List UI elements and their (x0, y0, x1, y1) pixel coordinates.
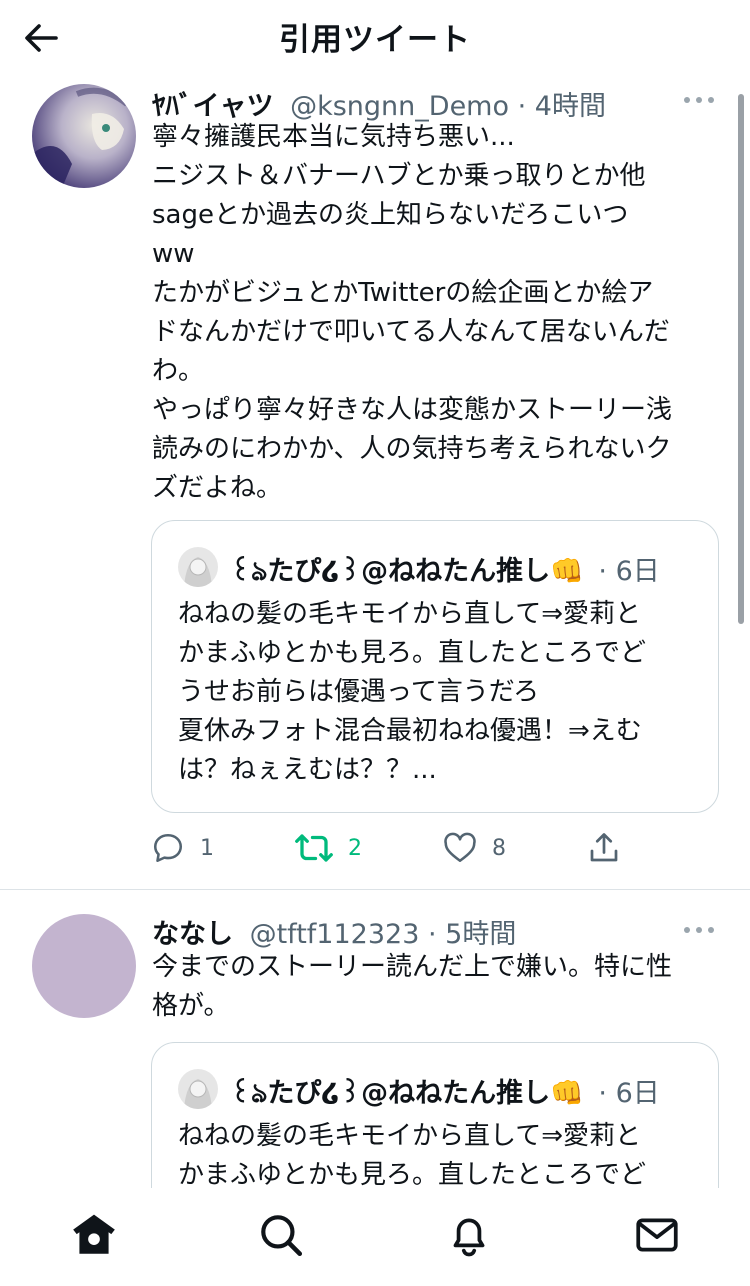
tweet-text: 今までのストーリー読んだ上で嫌い。特に性 格が。 (152, 952, 673, 1021)
reply-count: 1 (200, 835, 214, 861)
quoted-text: ねねの髪の毛キモイから直して⇒愛莉と かまふゆとかも見ろ。直したところでど うせ… (178, 599, 647, 785)
more-icon (684, 97, 714, 103)
quoted-tweet[interactable]: ꒰ঌたぴ໒꒱@ねねたん推し👊 · 6日 ねねの髪の毛キモイから直して⇒愛莉と か… (151, 1042, 719, 1188)
separator-dot: · (598, 1078, 607, 1109)
retweet-button[interactable]: 2 (294, 826, 362, 870)
tweet[interactable]: ﾔﾊﾞイャツ @ksngnn_Demo · 4時間 寧々擁護民本当に気持ち悪い.… (0, 74, 750, 890)
timestamp[interactable]: 5時間 (445, 919, 516, 950)
scrollbar[interactable] (738, 94, 744, 624)
home-icon (73, 1214, 115, 1254)
quoted-timestamp: 6日 (615, 1078, 660, 1109)
avatar[interactable] (32, 914, 136, 1018)
nav-search[interactable] (256, 1210, 306, 1260)
quoted-avatar (178, 1069, 218, 1109)
quoted-text: ねねの髪の毛キモイから直して⇒愛莉と かまふゆとかも見ろ。直したところでど (178, 1121, 647, 1188)
tweet[interactable]: ななし @tftf112323 · 5時間 今までのストーリー読んだ上で嫌い。特… (0, 890, 750, 1188)
share-icon (590, 833, 618, 862)
header: 引用ツイート (0, 0, 750, 74)
reply-icon (153, 833, 183, 863)
retweet-icon (295, 834, 333, 862)
more-button[interactable] (682, 92, 716, 106)
quoted-display-name: ꒰ঌたぴ໒꒱@ねねたん推し👊 (230, 1078, 584, 1109)
display-name[interactable]: ななし (152, 919, 233, 950)
nav-notifications[interactable] (444, 1210, 494, 1260)
more-button[interactable] (682, 922, 716, 936)
reply-button[interactable]: 1 (150, 826, 214, 870)
tweet-text: 寧々擁護民本当に気持ち悪い... ニジスト＆バナーハブとか乗っ取りとか他 sag… (152, 122, 673, 503)
bottom-nav (0, 1188, 750, 1286)
share-button[interactable] (586, 826, 622, 870)
separator-dot: · (427, 919, 437, 950)
page-title: 引用ツイート (279, 22, 471, 58)
notifications-icon (453, 1218, 485, 1257)
heart-icon (444, 832, 476, 863)
nav-home[interactable] (69, 1210, 119, 1260)
tweet-actions: 1 2 8 (150, 826, 630, 870)
search-icon (261, 1215, 303, 1257)
avatar[interactable] (32, 84, 136, 188)
quoted-display-name: ꒰ঌたぴ໒꒱@ねねたん推し👊 (230, 556, 584, 587)
quoted-timestamp: 6日 (615, 556, 660, 587)
like-button[interactable]: 8 (442, 826, 506, 870)
retweet-count: 2 (348, 835, 362, 861)
quoted-avatar (178, 547, 218, 587)
more-icon (684, 927, 714, 933)
quoted-header: ꒰ঌたぴ໒꒱@ねねたん推し👊 · 6日 (230, 549, 660, 596)
tweet-header: ななし @tftf112323 · 5時間 (152, 912, 516, 951)
separator-dot: · (598, 556, 607, 587)
nav-messages[interactable] (632, 1210, 682, 1260)
like-count: 8 (492, 835, 506, 861)
handle[interactable]: @tftf112323 (250, 919, 420, 950)
messages-icon (636, 1218, 678, 1252)
quoted-header: ꒰ঌたぴ໒꒱@ねねたん推し👊 · 6日 (230, 1071, 660, 1118)
quote-tweet-feed[interactable]: ﾔﾊﾞイャツ @ksngnn_Demo · 4時間 寧々擁護民本当に気持ち悪い.… (0, 74, 750, 1188)
quoted-tweet[interactable]: ꒰ঌたぴ໒꒱@ねねたん推し👊 · 6日 ねねの髪の毛キモイから直して⇒愛莉と か… (151, 520, 719, 813)
